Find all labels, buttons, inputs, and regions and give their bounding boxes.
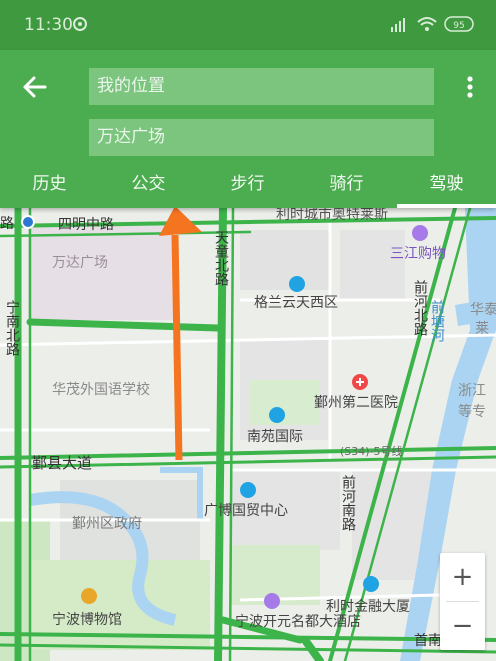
tab-bike-label: 骑行 — [329, 174, 364, 194]
place-label[interactable]: 利时金融大厦 — [326, 599, 410, 615]
road-label-vertical: 天童北路 — [213, 230, 229, 286]
road-label-vertical: 前河北路 — [412, 279, 428, 336]
status-bar: 11:30 95 — [0, 0, 496, 50]
place-label[interactable]: 格兰云天西区 — [254, 295, 338, 311]
route-arrow-shaft — [171, 234, 183, 461]
place-label[interactable]: 华茂外国语学校 — [52, 381, 150, 398]
tab-drive-label: 驾驶 — [429, 174, 464, 194]
place-label[interactable]: 广博国贸中心 — [204, 502, 288, 519]
place-label[interactable]: 等专 — [458, 403, 486, 420]
location-status-icon — [73, 17, 87, 31]
tab-bus-label: 公交 — [131, 174, 166, 194]
place-label[interactable]: 莱 — [475, 321, 489, 337]
road-label-vertical: 宁南北路 — [4, 299, 20, 356]
tab-history-label: 历史 — [32, 174, 67, 194]
place-label[interactable]: 华泰 — [470, 302, 496, 318]
road-label: 路 — [0, 216, 14, 232]
route-search-header: 我的位置 万达广场 历史 公交 步行 骑行 驾驶 — [0, 50, 496, 208]
block — [340, 230, 405, 300]
wifi-icon — [417, 17, 437, 31]
destination-input[interactable]: 万达广场 — [89, 119, 434, 156]
battery-icon: 95 — [444, 16, 474, 32]
poi-shopping-icon[interactable] — [412, 225, 428, 241]
place-label[interactable]: 万达广场 — [52, 255, 108, 271]
place-label[interactable]: 利时城市奥特莱斯 — [276, 208, 388, 223]
poi-hotel-icon[interactable] — [264, 593, 280, 609]
place-label[interactable]: 南苑国际 — [247, 429, 303, 445]
place-label[interactable]: 鄞州区政府 — [72, 516, 142, 532]
tab-bus[interactable]: 公交 — [99, 170, 198, 208]
origin-input[interactable]: 我的位置 — [89, 68, 434, 105]
road-label: 四明中路 — [58, 217, 114, 233]
road-label-vertical: 前河南路 — [340, 474, 356, 531]
road-label: 鄞县大道 — [32, 454, 92, 472]
place-label[interactable]: 鄞州第二医院 — [314, 394, 398, 411]
status-time: 11:30 — [24, 15, 73, 35]
tab-history[interactable]: 历史 — [0, 170, 99, 208]
active-tab-indicator — [397, 204, 496, 208]
zoom-out-button[interactable]: − — [440, 602, 485, 650]
place-label[interactable]: 宁波博物馆 — [52, 611, 122, 628]
place-label[interactable]: 宁波开元名都大酒店 — [235, 613, 361, 630]
place-label[interactable]: 三江购物 — [390, 246, 446, 262]
park — [250, 380, 320, 425]
tab-walk-label: 步行 — [230, 174, 265, 194]
block — [240, 230, 330, 290]
battery-level: 95 — [453, 21, 464, 31]
my-location-marker[interactable] — [21, 215, 35, 229]
tab-walk[interactable]: 步行 — [198, 170, 297, 208]
zoom-in-button[interactable]: + — [440, 553, 485, 601]
poi-hotel-icon[interactable] — [289, 276, 305, 292]
poi-building-icon[interactable] — [269, 407, 285, 423]
map-view[interactable]: 路 四明中路 鄞县大道 (S34)-5号线 宁南北路 天童北路 前河北路 前河南… — [0, 208, 496, 661]
poi-building-icon[interactable] — [240, 482, 256, 498]
signal-icon — [391, 18, 405, 32]
zoom-controls: + − — [440, 553, 485, 650]
more-options-icon[interactable] — [458, 72, 482, 102]
place-label[interactable]: 首南 — [414, 633, 442, 649]
poi-museum-icon[interactable] — [81, 588, 97, 604]
tab-drive[interactable]: 驾驶 — [397, 170, 496, 208]
map-canvas[interactable]: 路 四明中路 鄞县大道 (S34)-5号线 宁南北路 天童北路 前河北路 前河南… — [0, 208, 496, 661]
block-wanda — [28, 225, 178, 320]
tab-bike[interactable]: 骑行 — [297, 170, 396, 208]
road-label: (S34)-5号线 — [340, 444, 403, 458]
place-label[interactable]: 浙江 — [458, 383, 486, 399]
poi-building-icon[interactable] — [363, 576, 379, 592]
river-label: 前塘河 — [429, 299, 445, 342]
transport-mode-tabs: 历史 公交 步行 骑行 驾驶 — [0, 170, 496, 208]
back-arrow-icon[interactable] — [20, 72, 50, 102]
